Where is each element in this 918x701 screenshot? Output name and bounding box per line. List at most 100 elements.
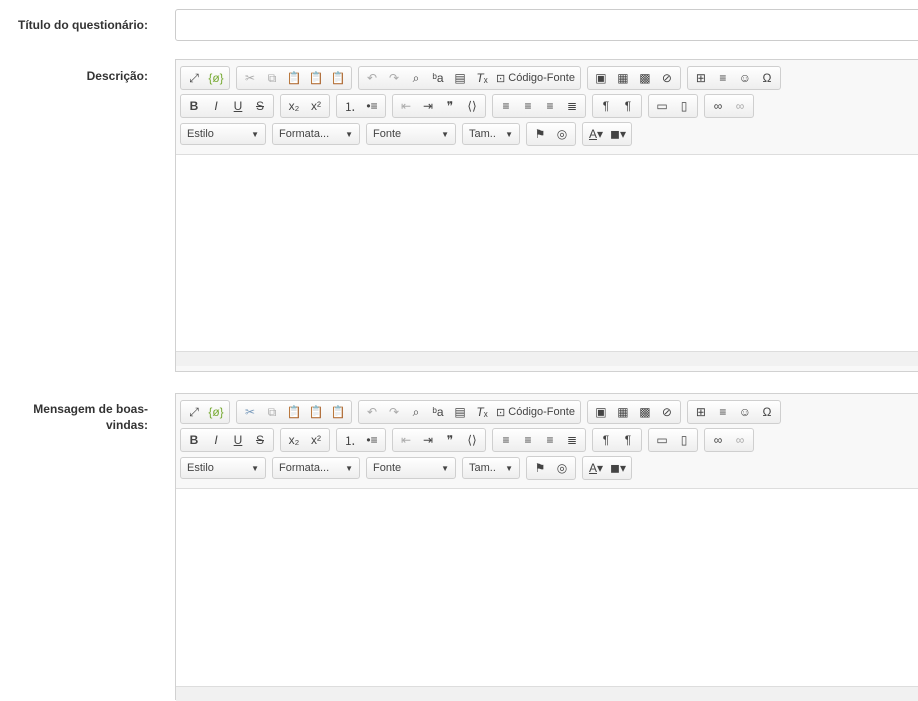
remove-format-icon[interactable]: Tₓ: [471, 402, 493, 422]
image-icon[interactable]: ▣: [590, 402, 612, 422]
indent-icon[interactable]: ⇥: [417, 430, 439, 450]
style-combo[interactable]: Estilo ▼: [180, 457, 266, 479]
align-right-icon[interactable]: ≡: [539, 96, 561, 116]
strike-button[interactable]: S: [249, 430, 271, 450]
bulleted-list-icon[interactable]: •≡: [361, 430, 383, 450]
horizontal-rule-icon[interactable]: ≡: [712, 402, 734, 422]
maximize-icon[interactable]: ⤢: [183, 402, 205, 422]
paste-word-icon[interactable]: 📋: [327, 68, 349, 88]
paste-text-icon[interactable]: 📋: [305, 68, 327, 88]
language-icon[interactable]: ◎: [551, 458, 573, 478]
italic-button[interactable]: I: [205, 96, 227, 116]
superscript-button[interactable]: x²: [305, 430, 327, 450]
subscript-button[interactable]: x₂: [283, 96, 305, 116]
bulleted-list-icon[interactable]: •≡: [361, 96, 383, 116]
numbered-list-icon[interactable]: ⒈: [339, 96, 361, 116]
size-combo[interactable]: Tam.. ▼: [462, 457, 520, 479]
numbered-list-icon[interactable]: ⒈: [339, 430, 361, 450]
redo-icon[interactable]: ↷: [383, 402, 405, 422]
style-combo[interactable]: Estilo ▼: [180, 123, 266, 145]
show-blocks-icon[interactable]: {ø}: [205, 402, 227, 422]
copy-icon[interactable]: ⧉: [261, 402, 283, 422]
templates-icon[interactable]: ▭: [651, 430, 673, 450]
justify-icon[interactable]: ≣: [561, 430, 583, 450]
background-color-icon[interactable]: ◼▾: [607, 124, 629, 144]
image-icon[interactable]: ▣: [590, 68, 612, 88]
bold-button[interactable]: B: [183, 96, 205, 116]
background-color-icon[interactable]: ◼▾: [607, 458, 629, 478]
new-page-icon[interactable]: ▯: [673, 430, 695, 450]
link-icon[interactable]: ∞: [707, 430, 729, 450]
underline-button[interactable]: U: [227, 96, 249, 116]
ltr-icon[interactable]: ¶: [595, 430, 617, 450]
text-color-icon[interactable]: A ▾: [585, 458, 607, 478]
rtl-icon[interactable]: ¶: [617, 430, 639, 450]
anchor-icon[interactable]: ⚑: [529, 458, 551, 478]
font-combo[interactable]: Fonte ▼: [366, 123, 456, 145]
show-blocks-icon[interactable]: {ø}: [205, 68, 227, 88]
size-combo[interactable]: Tam.. ▼: [462, 123, 520, 145]
indent-icon[interactable]: ⇥: [417, 96, 439, 116]
paste-icon[interactable]: 📋: [283, 68, 305, 88]
align-right-icon[interactable]: ≡: [539, 430, 561, 450]
text-color-icon[interactable]: A ▾: [585, 124, 607, 144]
language-icon[interactable]: ◎: [551, 124, 573, 144]
new-page-icon[interactable]: ▯: [673, 96, 695, 116]
subscript-button[interactable]: x₂: [283, 430, 305, 450]
find-icon[interactable]: ⌕: [405, 402, 427, 422]
source-button[interactable]: ⊡ Código-Fonte: [493, 402, 578, 422]
blockquote-icon[interactable]: ❞: [439, 430, 461, 450]
paste-word-icon[interactable]: 📋: [327, 402, 349, 422]
smiley-icon[interactable]: ☺: [734, 68, 756, 88]
outdent-icon[interactable]: ⇤: [395, 96, 417, 116]
strike-button[interactable]: S: [249, 96, 271, 116]
justify-icon[interactable]: ≣: [561, 96, 583, 116]
cut-icon[interactable]: ✂: [239, 68, 261, 88]
smiley-icon[interactable]: ☺: [734, 402, 756, 422]
undo-icon[interactable]: ↶: [361, 68, 383, 88]
redo-icon[interactable]: ↷: [383, 68, 405, 88]
iframe-icon[interactable]: ⊘: [656, 402, 678, 422]
special-char-icon[interactable]: Ω: [756, 68, 778, 88]
horizontal-rule-icon[interactable]: ≡: [712, 68, 734, 88]
welcome-content[interactable]: [176, 488, 918, 687]
superscript-button[interactable]: x²: [305, 96, 327, 116]
youtube-icon[interactable]: ▩: [634, 402, 656, 422]
flash-icon[interactable]: ▦: [612, 68, 634, 88]
unlink-icon[interactable]: ∞: [729, 430, 751, 450]
select-all-icon[interactable]: ▤: [449, 68, 471, 88]
div-icon[interactable]: ⟨⟩: [461, 96, 483, 116]
div-icon[interactable]: ⟨⟩: [461, 430, 483, 450]
iframe-icon[interactable]: ⊘: [656, 68, 678, 88]
underline-button[interactable]: U: [227, 430, 249, 450]
align-left-icon[interactable]: ≡: [495, 430, 517, 450]
font-combo[interactable]: Fonte ▼: [366, 457, 456, 479]
italic-button[interactable]: I: [205, 430, 227, 450]
link-icon[interactable]: ∞: [707, 96, 729, 116]
format-combo[interactable]: Formata... ▼: [272, 123, 360, 145]
select-all-icon[interactable]: ▤: [449, 402, 471, 422]
blockquote-icon[interactable]: ❞: [439, 96, 461, 116]
templates-icon[interactable]: ▭: [651, 96, 673, 116]
align-left-icon[interactable]: ≡: [495, 96, 517, 116]
outdent-icon[interactable]: ⇤: [395, 430, 417, 450]
table-icon[interactable]: ⊞: [690, 402, 712, 422]
format-combo[interactable]: Formata... ▼: [272, 457, 360, 479]
copy-icon[interactable]: ⧉: [261, 68, 283, 88]
remove-format-icon[interactable]: Tₓ: [471, 68, 493, 88]
rtl-icon[interactable]: ¶: [617, 96, 639, 116]
paste-text-icon[interactable]: 📋: [305, 402, 327, 422]
undo-icon[interactable]: ↶: [361, 402, 383, 422]
ltr-icon[interactable]: ¶: [595, 96, 617, 116]
description-content[interactable]: [176, 154, 918, 352]
bold-button[interactable]: B: [183, 430, 205, 450]
source-button[interactable]: ⊡ Código-Fonte: [493, 68, 578, 88]
youtube-icon[interactable]: ▩: [634, 68, 656, 88]
anchor-icon[interactable]: ⚑: [529, 124, 551, 144]
find-icon[interactable]: ⌕: [405, 68, 427, 88]
cut-icon[interactable]: ✂: [239, 402, 261, 422]
maximize-icon[interactable]: ⤢: [183, 68, 205, 88]
flash-icon[interactable]: ▦: [612, 402, 634, 422]
replace-icon[interactable]: ᵇa: [427, 68, 449, 88]
align-center-icon[interactable]: ≡: [517, 96, 539, 116]
